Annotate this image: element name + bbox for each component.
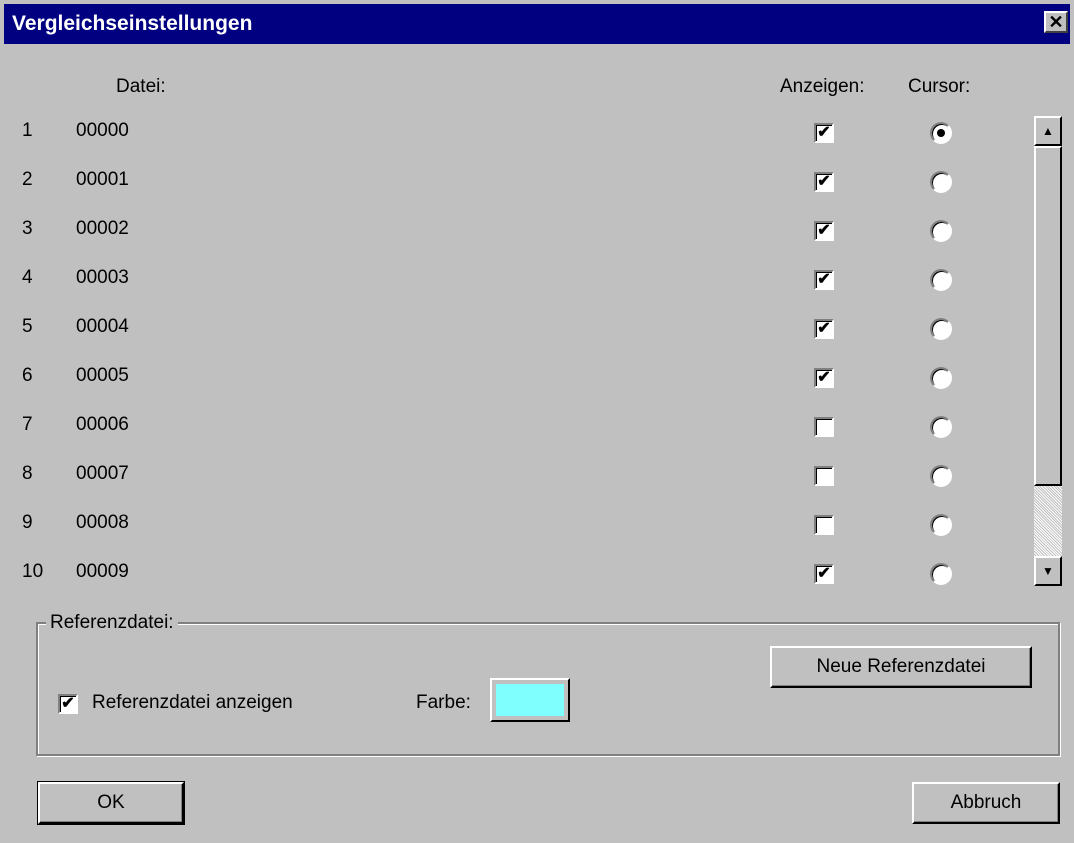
row-number: 7 xyxy=(22,414,33,435)
vertical-scrollbar[interactable]: ▲ ▼ xyxy=(1034,116,1062,586)
scroll-track[interactable] xyxy=(1034,486,1062,556)
show-checkbox[interactable] xyxy=(814,466,834,486)
new-reference-button[interactable]: Neue Referenzdatei xyxy=(770,646,1032,688)
color-swatch xyxy=(496,684,564,716)
show-checkbox[interactable] xyxy=(814,417,834,437)
new-reference-label: Neue Referenzdatei xyxy=(816,656,986,677)
row-file-name: 00005 xyxy=(76,365,129,386)
ok-label: OK xyxy=(97,792,125,813)
scroll-up-button[interactable]: ▲ xyxy=(1034,116,1062,146)
reference-legend: Referenzdatei: xyxy=(46,612,178,634)
show-checkbox[interactable] xyxy=(814,515,834,535)
show-checkbox[interactable]: ✔ xyxy=(814,564,834,584)
cancel-label: Abbruch xyxy=(950,792,1022,813)
show-reference-checkbox[interactable]: ✔ xyxy=(58,694,78,714)
row-number: 9 xyxy=(22,512,33,533)
row-number: 1 xyxy=(22,120,33,141)
show-checkbox[interactable]: ✔ xyxy=(814,123,834,143)
row-file-name: 00000 xyxy=(76,120,129,141)
close-icon: ✕ xyxy=(1048,12,1064,32)
cursor-radio[interactable] xyxy=(930,563,952,585)
show-checkbox[interactable]: ✔ xyxy=(814,172,834,192)
show-checkbox[interactable]: ✔ xyxy=(814,319,834,339)
cursor-radio[interactable] xyxy=(930,171,952,193)
row-file-name: 00007 xyxy=(76,463,129,484)
row-number: 2 xyxy=(22,169,33,190)
cursor-radio[interactable] xyxy=(930,220,952,242)
show-checkbox[interactable]: ✔ xyxy=(814,270,834,290)
cursor-radio[interactable] xyxy=(930,367,952,389)
cursor-radio[interactable] xyxy=(930,416,952,438)
color-label: Farbe: xyxy=(416,692,471,713)
row-file-name: 00008 xyxy=(76,512,129,533)
row-file-name: 00003 xyxy=(76,267,129,288)
window-title: Vergleichseinstellungen xyxy=(12,12,253,35)
row-file-name: 00009 xyxy=(76,561,129,582)
row-file-name: 00001 xyxy=(76,169,129,190)
row-file-name: 00006 xyxy=(76,414,129,435)
column-header-file: Datei: xyxy=(116,76,166,97)
title-bar[interactable]: Vergleichseinstellungen ✕ xyxy=(4,4,1070,44)
cancel-button[interactable]: Abbruch xyxy=(912,782,1060,824)
column-header-show: Anzeigen: xyxy=(780,76,865,97)
row-number: 8 xyxy=(22,463,33,484)
row-file-name: 00002 xyxy=(76,218,129,239)
row-number: 10 xyxy=(22,561,44,582)
cursor-radio[interactable] xyxy=(930,514,952,536)
row-number: 5 xyxy=(22,316,33,337)
dialog-window: Vergleichseinstellungen ✕ Datei: Anzeige… xyxy=(0,0,1074,843)
show-checkbox[interactable]: ✔ xyxy=(814,221,834,241)
arrow-up-icon: ▲ xyxy=(1042,124,1054,138)
cursor-radio[interactable] xyxy=(930,465,952,487)
row-number: 4 xyxy=(22,267,33,288)
close-button[interactable]: ✕ xyxy=(1044,11,1068,33)
column-header-cursor: Cursor: xyxy=(908,76,971,97)
cursor-radio[interactable] xyxy=(930,122,952,144)
cursor-radio[interactable] xyxy=(930,318,952,340)
show-checkbox[interactable]: ✔ xyxy=(814,368,834,388)
cursor-radio[interactable] xyxy=(930,269,952,291)
scroll-thumb[interactable] xyxy=(1034,146,1062,486)
scroll-down-button[interactable]: ▼ xyxy=(1034,556,1062,586)
row-number: 6 xyxy=(22,365,33,386)
color-picker-button[interactable] xyxy=(490,678,570,722)
row-number: 3 xyxy=(22,218,33,239)
row-file-name: 00004 xyxy=(76,316,129,337)
ok-button[interactable]: OK xyxy=(37,781,185,825)
arrow-down-icon: ▼ xyxy=(1042,564,1054,578)
show-reference-label: Referenzdatei anzeigen xyxy=(92,692,293,713)
